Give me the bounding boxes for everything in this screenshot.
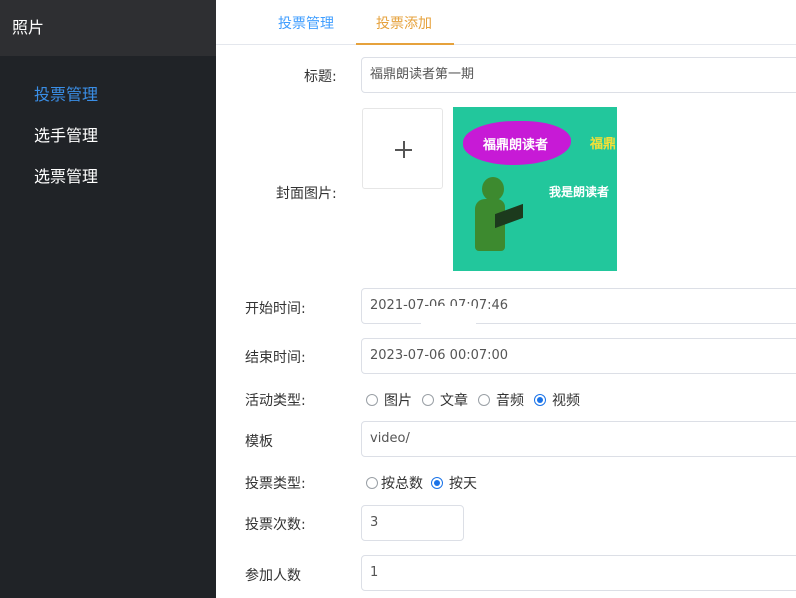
sidebar-menu: 投票管理 选手管理 选票管理 (0, 74, 216, 197)
title-label: 标题: (304, 69, 337, 85)
activity-type-option-audio[interactable]: 音频 (478, 390, 524, 410)
end-time-label: 结束时间: (245, 350, 306, 366)
end-time-input[interactable]: 2023-07-06 00:07:00 (361, 338, 796, 374)
tab-active-indicator (356, 43, 454, 45)
tab-bar: 投票管理 投票添加 (216, 0, 796, 45)
radio-checked-icon (431, 477, 443, 489)
radio-icon (422, 394, 434, 406)
radio-icon (366, 477, 378, 489)
title-input[interactable]: 福鼎朗读者第一期 (361, 57, 796, 93)
radio-label: 按天 (449, 476, 477, 492)
tab-vote-add[interactable]: 投票添加 (376, 0, 432, 45)
radio-label: 图片 (384, 393, 412, 409)
cover-image-side-text: 福鼎 (590, 137, 617, 152)
activity-type-option-image[interactable]: 图片 (366, 390, 412, 410)
template-input[interactable]: video/ (361, 421, 796, 457)
radio-icon (478, 394, 490, 406)
sidebar-item-ballot-manage[interactable]: 选票管理 (0, 156, 216, 197)
tab-vote-manage[interactable]: 投票管理 (278, 0, 334, 45)
radio-label: 视频 (552, 393, 580, 409)
vote-type-label: 投票类型: (245, 476, 306, 492)
template-label: 模板 (245, 434, 273, 450)
start-time-overlay (421, 306, 476, 324)
cover-upload-button[interactable] (362, 108, 443, 189)
start-time-label: 开始时间: (245, 301, 306, 317)
vote-type-option-daily[interactable]: 按天 (431, 473, 477, 493)
vote-type-radio-group: 按总数 按天 (366, 473, 487, 493)
participants-input[interactable]: 1 (361, 555, 796, 591)
radio-checked-icon (534, 394, 546, 406)
cover-image[interactable]: 福鼎朗读者 福鼎 我是朗读者 (453, 107, 617, 271)
participants-label: 参加人数 (245, 568, 301, 584)
cover-figure-head (482, 177, 504, 201)
radio-label: 文章 (440, 393, 468, 409)
radio-icon (366, 394, 378, 406)
activity-type-label: 活动类型: (245, 393, 306, 409)
sidebar: 照片 投票管理 选手管理 选票管理 (0, 0, 216, 598)
vote-type-option-total[interactable]: 按总数 (366, 473, 423, 493)
activity-type-option-article[interactable]: 文章 (422, 390, 468, 410)
vote-count-label: 投票次数: (245, 517, 306, 533)
cover-image-title: 福鼎朗读者 (483, 138, 549, 153)
vote-count-input[interactable]: 3 (361, 505, 464, 541)
sidebar-title: 照片 (0, 0, 216, 56)
activity-type-option-video[interactable]: 视频 (534, 390, 580, 410)
cover-label: 封面图片: (276, 186, 337, 202)
sidebar-item-player-manage[interactable]: 选手管理 (0, 115, 216, 156)
main-content: 投票管理 投票添加 标题: 福鼎朗读者第一期 封面图片: 福鼎朗读者 福鼎 我是… (216, 0, 796, 598)
cover-image-subtitle: 我是朗读者 (549, 185, 610, 199)
radio-label: 按总数 (381, 476, 423, 492)
plus-icon-vertical (402, 141, 405, 158)
sidebar-item-vote-manage[interactable]: 投票管理 (0, 74, 216, 115)
activity-type-radio-group: 图片 文章 音频 视频 (366, 390, 590, 410)
radio-label: 音频 (496, 393, 524, 409)
